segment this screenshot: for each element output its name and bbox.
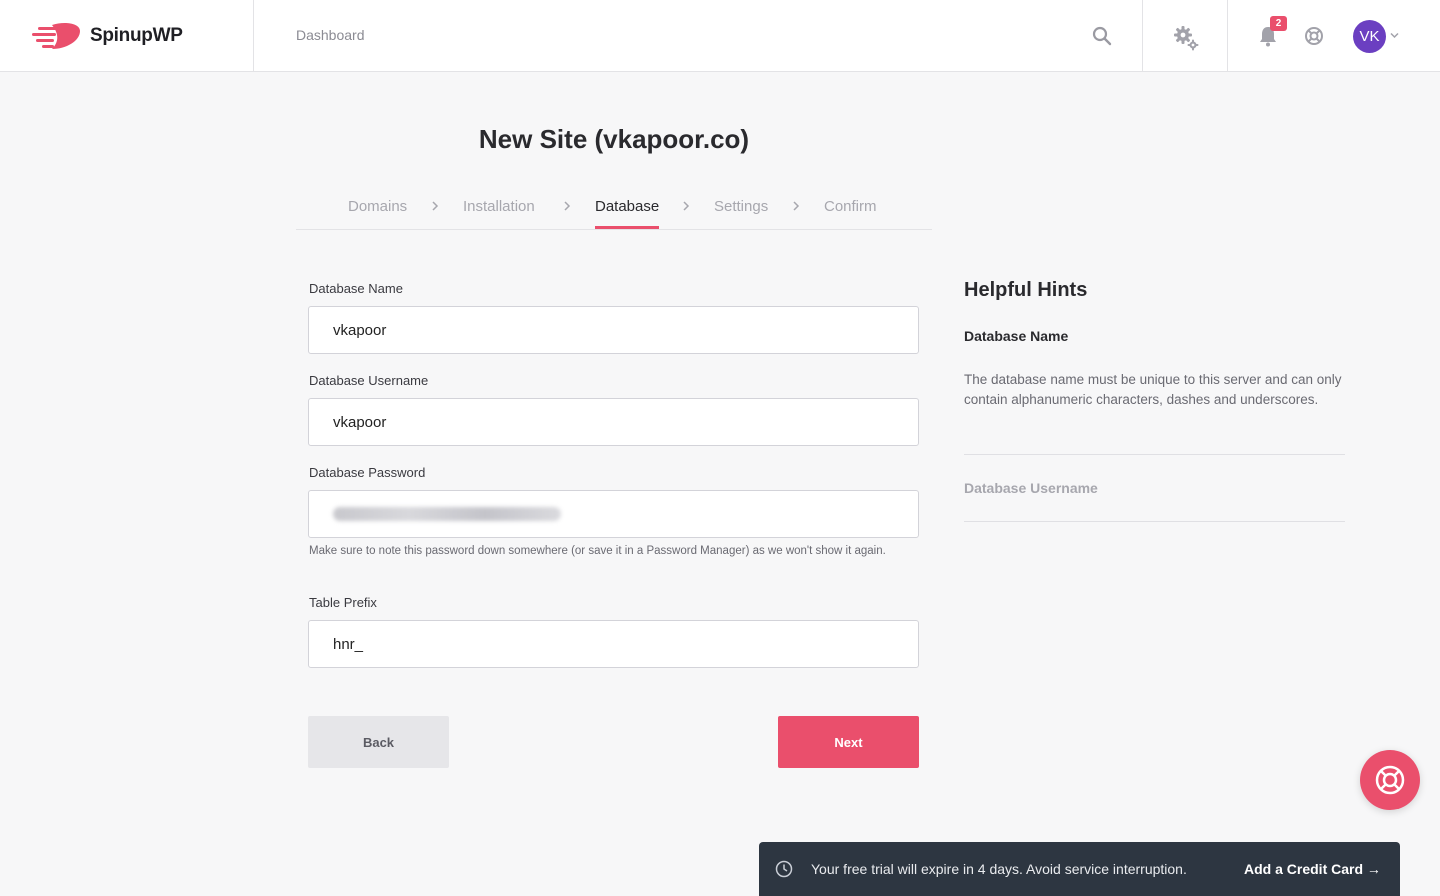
- hint-db-username-title[interactable]: Database Username: [964, 480, 1098, 496]
- lifebuoy-icon: [1375, 765, 1405, 795]
- nav-dashboard-link[interactable]: Dashboard: [296, 27, 365, 43]
- table-prefix-label: Table Prefix: [309, 595, 377, 610]
- add-credit-card-link[interactable]: Add a Credit Card →: [1244, 861, 1381, 877]
- hint-db-name-body: The database name must be unique to this…: [964, 372, 1342, 407]
- db-password-label: Database Password: [309, 465, 426, 480]
- help-button[interactable]: [1300, 22, 1328, 50]
- active-step-indicator: [595, 226, 659, 229]
- clock-icon: [775, 860, 793, 878]
- trial-banner: Your free trial will expire in 4 days. A…: [759, 842, 1400, 896]
- brand-logo[interactable]: SpinupWP: [30, 20, 183, 52]
- table-prefix-value: hnr_: [333, 635, 364, 653]
- notification-count-badge: 2: [1270, 16, 1287, 31]
- step-installation[interactable]: Installation: [463, 198, 535, 215]
- db-username-input[interactable]: vkapoor: [308, 398, 919, 446]
- back-button[interactable]: Back: [308, 716, 449, 768]
- header-divider: [253, 0, 254, 72]
- support-chat-button[interactable]: [1360, 750, 1420, 810]
- chevron-right-icon: [564, 201, 571, 211]
- db-name-input[interactable]: vkapoor: [308, 306, 919, 354]
- gear-icon: [1174, 26, 1199, 51]
- top-navigation-bar: SpinupWP Dashboard 2 VK: [0, 0, 1440, 72]
- chevron-right-icon: [432, 201, 439, 211]
- search-button[interactable]: [1084, 18, 1120, 54]
- hints-title: Helpful Hints: [964, 279, 1088, 301]
- chevron-down-icon[interactable]: [1389, 30, 1400, 41]
- db-name-label: Database Name: [309, 281, 403, 296]
- lifebuoy-icon: [1305, 27, 1323, 45]
- brand-name: SpinupWP: [90, 25, 183, 46]
- logo-mark-icon: [32, 23, 80, 49]
- user-avatar[interactable]: VK: [1353, 20, 1386, 53]
- step-settings[interactable]: Settings: [714, 198, 768, 215]
- hint-divider: [964, 454, 1345, 455]
- chevron-right-icon: [683, 201, 690, 211]
- page-title: New Site (vkapoor.co): [478, 124, 750, 154]
- step-domains[interactable]: Domains: [348, 198, 407, 215]
- header-divider: [1227, 0, 1228, 72]
- db-password-input[interactable]: [308, 490, 919, 538]
- db-username-value: vkapoor: [333, 413, 387, 431]
- hint-db-name-title[interactable]: Database Name: [964, 328, 1068, 344]
- step-database[interactable]: Database: [595, 198, 659, 215]
- db-name-value: vkapoor: [333, 321, 387, 339]
- password-note: Make sure to note this password down som…: [309, 545, 886, 557]
- step-confirm[interactable]: Confirm: [824, 198, 877, 215]
- wizard-steps: Domains Installation Database Settings C…: [296, 186, 932, 230]
- trial-message: Your free trial will expire in 4 days. A…: [811, 861, 1187, 877]
- table-prefix-input[interactable]: hnr_: [308, 620, 919, 668]
- hint-divider: [964, 521, 1345, 522]
- settings-button[interactable]: [1166, 18, 1206, 58]
- db-username-label: Database Username: [309, 373, 429, 388]
- header-divider: [1142, 0, 1143, 72]
- next-button[interactable]: Next: [778, 716, 919, 768]
- chevron-right-icon: [793, 201, 800, 211]
- password-redacted: [333, 507, 561, 521]
- search-icon: [1092, 26, 1112, 46]
